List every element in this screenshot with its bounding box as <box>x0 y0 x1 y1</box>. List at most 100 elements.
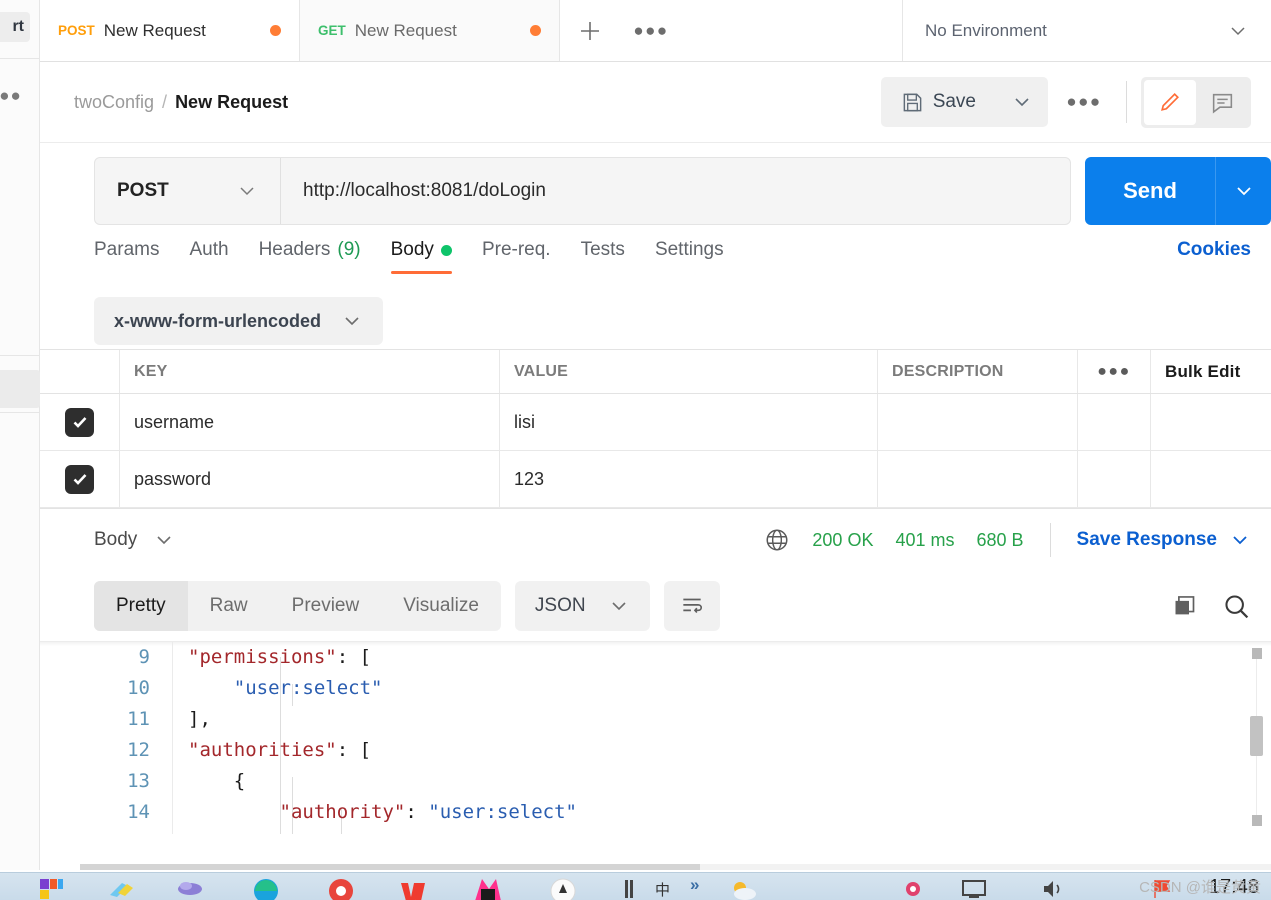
request-tab-get[interactable]: GET New Request <box>300 0 560 61</box>
taskbar-ime-indicator[interactable]: 中 <box>655 879 670 900</box>
tab-tests[interactable]: Tests <box>581 239 625 274</box>
code-line: ], <box>188 704 1241 735</box>
response-body-selector[interactable]: Body <box>94 529 175 551</box>
view-tab-visualize[interactable]: Visualize <box>381 581 501 631</box>
comment-mode-button[interactable] <box>1196 80 1248 125</box>
taskbar-icon-app[interactable] <box>548 877 576 900</box>
view-tab-pretty[interactable]: Pretty <box>94 581 188 631</box>
row-key-cell[interactable]: password <box>120 451 500 507</box>
chevron-double-right-icon[interactable]: » <box>690 875 699 895</box>
unsaved-dot-icon <box>270 25 281 36</box>
taskbar-icon-notify[interactable] <box>900 877 926 900</box>
edit-mode-button[interactable] <box>1144 79 1196 125</box>
code-line-numbers: 9 10 11 12 13 14 <box>100 642 162 834</box>
row-checkbox[interactable] <box>40 451 120 507</box>
tab-prerequest[interactable]: Pre-req. <box>482 239 551 274</box>
http-method-selector[interactable]: POST <box>95 158 281 224</box>
send-button[interactable]: Send <box>1085 157 1215 225</box>
tab-body[interactable]: Body <box>390 239 453 274</box>
code-line: "permissions": [ <box>188 642 1241 673</box>
url-bar-row: POST http://localhost:8081/doLogin Send <box>40 143 1271 239</box>
body-type-label: x-www-form-urlencoded <box>114 310 322 331</box>
more-horizontal-icon[interactable]: ●●● <box>0 86 22 106</box>
scrollbar-thumb[interactable] <box>1250 716 1263 756</box>
horizontal-scrollbar[interactable] <box>80 864 1271 870</box>
tab-headers[interactable]: Headers (9) <box>259 239 361 274</box>
response-format-label: JSON <box>534 595 586 616</box>
chevron-down-icon <box>1236 187 1251 196</box>
code-line: "authorities": [ <box>188 735 1241 766</box>
sidebar-selected-item[interactable] <box>0 370 40 408</box>
row-value-value: lisi <box>514 411 535 432</box>
json-punct: : <box>405 801 429 823</box>
table-row[interactable]: username lisi <box>40 394 1271 451</box>
breadcrumb: twoConfig / New Request <box>74 92 288 113</box>
taskbar-icon-edge[interactable] <box>250 877 278 900</box>
row-checkbox[interactable] <box>40 394 120 450</box>
request-tab-post[interactable]: POST New Request <box>40 0 300 61</box>
breadcrumb-parent[interactable]: twoConfig <box>74 92 154 113</box>
response-code-viewer[interactable]: 9 10 11 12 13 14 "permissions": [ "user:… <box>40 641 1271 834</box>
tab-auth[interactable]: Auth <box>189 239 228 274</box>
save-button[interactable]: Save <box>880 77 996 127</box>
send-options-button[interactable] <box>1215 157 1271 225</box>
taskbar-icon-weather[interactable] <box>728 877 756 900</box>
bulk-edit-button[interactable]: Bulk Edit <box>1151 350 1271 393</box>
request-more-button[interactable]: ●●● <box>1056 77 1112 127</box>
taskbar-icon-pause[interactable] <box>622 877 648 900</box>
table-row[interactable]: password 123 <box>40 451 1271 508</box>
row-key-cell[interactable]: username <box>120 394 500 450</box>
cookies-link[interactable]: Cookies <box>1177 239 1251 261</box>
scrollbar-thumb[interactable] <box>80 864 700 870</box>
save-response-button[interactable]: Save Response <box>1077 529 1251 551</box>
csdn-watermark: CSDN @谁是黄黄 <box>1139 879 1261 896</box>
tab-settings[interactable]: Settings <box>655 239 724 274</box>
view-tab-raw[interactable]: Raw <box>188 581 270 631</box>
code-vertical-scrollbar[interactable] <box>1250 648 1263 826</box>
row-description-cell[interactable] <box>878 394 1078 450</box>
line-number: 12 <box>127 739 150 761</box>
url-bar: POST http://localhost:8081/doLogin <box>94 157 1071 225</box>
response-tool-actions <box>1171 592 1251 621</box>
header-cell-check <box>40 350 120 393</box>
chevron-down-icon <box>157 536 171 545</box>
environment-selector[interactable]: No Environment <box>903 0 1271 61</box>
taskbar-icon-wps[interactable] <box>398 877 425 900</box>
tab-label: Tests <box>580 239 625 260</box>
chevron-down-icon <box>1015 98 1029 107</box>
response-format-selector[interactable]: JSON <box>514 581 650 631</box>
table-more-button[interactable]: ●●● <box>1078 350 1151 393</box>
tab-params[interactable]: Params <box>94 239 159 274</box>
headers-count: (9) <box>337 239 361 260</box>
taskbar-icon-windows[interactable] <box>38 877 64 900</box>
body-type-selector[interactable]: x-www-form-urlencoded <box>94 297 384 345</box>
row-value-cell[interactable]: lisi <box>500 394 878 450</box>
response-time: 401 ms <box>895 529 955 550</box>
header-divider <box>1126 81 1127 123</box>
taskbar-icon-volume[interactable] <box>1040 877 1066 900</box>
view-mode-toggle <box>1141 76 1251 128</box>
taskbar-icon-monitor[interactable] <box>960 877 986 900</box>
taskbar-icon-idea[interactable] <box>472 877 501 900</box>
save-options-button[interactable] <box>996 77 1048 127</box>
taskbar-icon-explorer[interactable] <box>108 877 134 900</box>
view-tab-preview[interactable]: Preview <box>270 581 382 631</box>
row-value-cell[interactable]: 123 <box>500 451 878 507</box>
import-button[interactable]: rt <box>0 12 30 42</box>
wrap-lines-button[interactable] <box>663 581 720 631</box>
tab-more-button[interactable]: ●●● <box>620 0 682 61</box>
chevron-down-icon <box>345 317 359 326</box>
taskbar-icon-teams[interactable] <box>175 877 202 900</box>
code-line: "user:select" <box>188 673 1241 704</box>
save-response-label: Save Response <box>1076 529 1217 550</box>
taskbar-icon-chrome[interactable] <box>325 877 353 900</box>
response-viewer-toolbar: Pretty Raw Preview Visualize JSON <box>40 571 1271 641</box>
row-description-cell[interactable] <box>878 451 1078 507</box>
url-input[interactable]: http://localhost:8081/doLogin <box>281 158 1070 224</box>
row-dots-cell <box>1078 394 1151 450</box>
main-panel: POST New Request GET New Request ●●● No … <box>40 0 1271 870</box>
tab-label: Auth <box>189 239 229 260</box>
chevron-down-icon <box>1231 26 1245 35</box>
new-tab-button[interactable] <box>560 0 620 61</box>
response-size: 680 B <box>976 529 1024 550</box>
